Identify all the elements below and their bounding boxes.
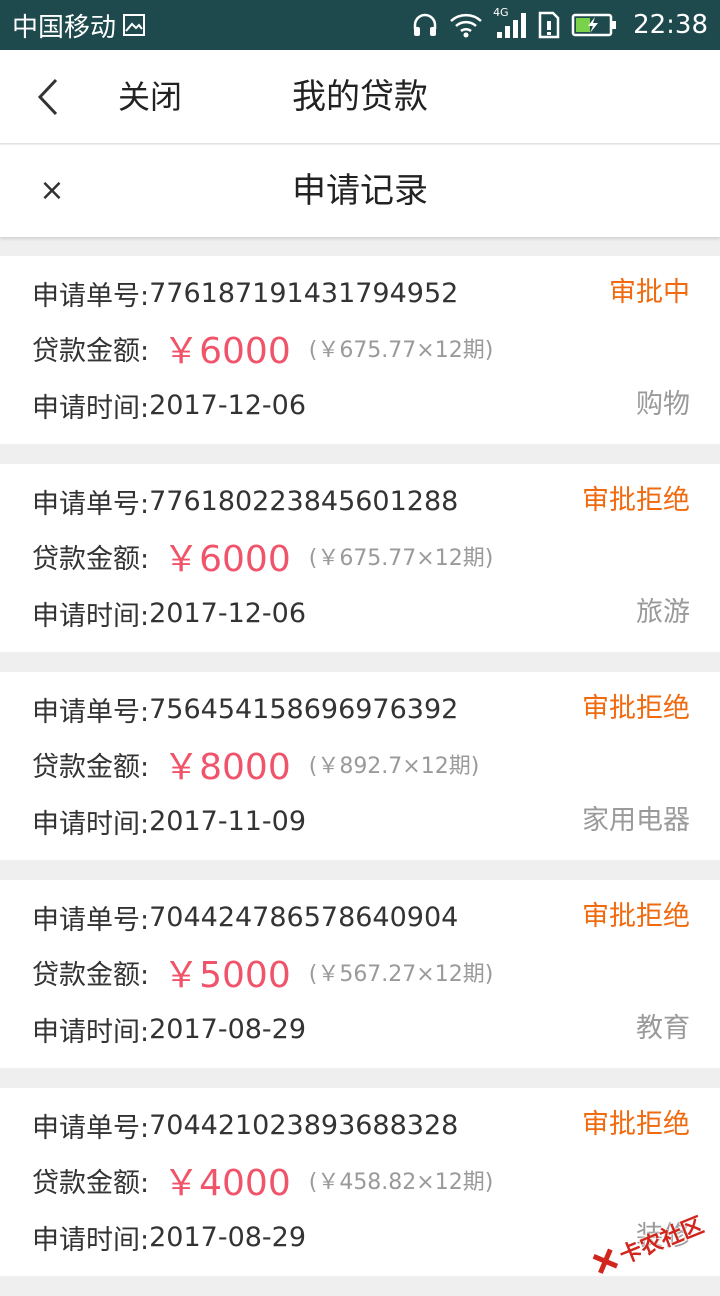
installment-plan: (￥675.77×12期) — [308, 546, 494, 571]
date-row: 申请时间: 2017-08-29 — [32, 1010, 690, 1048]
installment-plan: (￥675.77×12期) — [308, 338, 494, 363]
section-title: 申请记录 — [292, 171, 428, 211]
order-number: 776187191431794952 — [149, 277, 459, 309]
headphones-icon — [411, 11, 439, 39]
approval-status: 审批拒绝 — [582, 485, 690, 516]
clock: 22:38 — [633, 10, 708, 40]
approval-status: 审批拒绝 — [582, 693, 690, 724]
sim-card-icon — [537, 11, 561, 39]
page-title: 我的贷款 — [292, 77, 428, 117]
status-bar: 中国移动 4G 22:38 — [0, 0, 720, 50]
order-number: 704424786578640904 — [149, 901, 459, 933]
application-date: 2017-12-06 — [149, 389, 307, 421]
application-time-label: 申请时间: — [32, 600, 150, 632]
loan-amount-label: 贷款金额: — [32, 751, 150, 783]
amount-row: 贷款金额: ￥6000 (￥675.77×12期) — [32, 536, 690, 580]
order-number-label: 申请单号: — [32, 904, 150, 936]
title-bar: 关闭 我的贷款 — [0, 50, 720, 144]
loan-amount: ￥8000 — [163, 747, 291, 788]
order-number-label: 申请单号: — [32, 696, 150, 728]
loan-purpose: 购物 — [636, 389, 690, 420]
installment-plan: (￥567.27×12期) — [308, 962, 494, 987]
order-row: 申请单号: 776187191431794952 — [32, 274, 690, 312]
battery-charging-icon — [571, 12, 617, 38]
order-number-label: 申请单号: — [32, 280, 150, 312]
installment-plan: (￥892.7×12期) — [308, 754, 480, 779]
application-record-card[interactable]: 申请单号: 756454158696976392 审批拒绝 贷款金额: ￥800… — [0, 672, 720, 860]
loan-amount-label: 贷款金额: — [32, 543, 150, 575]
application-time-label: 申请时间: — [32, 392, 150, 424]
loan-amount-label: 贷款金额: — [32, 335, 150, 367]
sub-header: × 申请记录 — [0, 145, 720, 237]
order-number-label: 申请单号: — [32, 488, 150, 520]
network-type: 4G — [493, 6, 509, 19]
carrier-name: 中国移动 — [12, 12, 117, 43]
application-time-label: 申请时间: — [32, 808, 150, 840]
status-bar-left: 中国移动 — [12, 7, 146, 44]
loan-amount: ￥4000 — [163, 1163, 291, 1204]
date-row: 申请时间: 2017-12-06 — [32, 386, 690, 424]
order-number-label: 申请单号: — [32, 1112, 150, 1144]
amount-row: 贷款金额: ￥6000 (￥675.77×12期) — [32, 328, 690, 372]
image-notification-icon — [122, 13, 146, 37]
application-time-label: 申请时间: — [32, 1224, 150, 1256]
application-date: 2017-08-29 — [149, 1221, 307, 1253]
loan-amount-label: 贷款金额: — [32, 959, 150, 991]
status-bar-right: 4G 22:38 — [411, 6, 708, 40]
application-date: 2017-11-09 — [149, 805, 307, 837]
amount-row: 贷款金额: ￥4000 (￥458.82×12期) — [32, 1160, 690, 1204]
loan-purpose: 家用电器 — [582, 805, 690, 836]
wifi-icon — [449, 12, 483, 38]
order-number: 704421023893688328 — [149, 1109, 459, 1141]
date-row: 申请时间: 2017-12-06 — [32, 594, 690, 632]
loan-purpose: 教育 — [636, 1013, 690, 1044]
order-number: 756454158696976392 — [149, 693, 459, 725]
approval-status: 审批中 — [609, 277, 690, 308]
application-record-card[interactable]: 申请单号: 776180223845601288 审批拒绝 贷款金额: ￥600… — [0, 464, 720, 652]
application-date: 2017-08-29 — [149, 1013, 307, 1045]
amount-row: 贷款金额: ￥5000 (￥567.27×12期) — [32, 952, 690, 996]
application-record-card[interactable]: 申请单号: 776187191431794952 审批中 贷款金额: ￥6000… — [0, 256, 720, 444]
installment-plan: (￥458.82×12期) — [308, 1170, 494, 1195]
application-date: 2017-12-06 — [149, 597, 307, 629]
order-number: 776180223845601288 — [149, 485, 459, 517]
application-time-label: 申请时间: — [32, 1016, 150, 1048]
loan-purpose: 旅游 — [636, 597, 690, 628]
loan-amount: ￥5000 — [163, 955, 291, 996]
loan-amount-label: 贷款金额: — [32, 1167, 150, 1199]
application-record-card[interactable]: 申请单号: 704424786578640904 审批拒绝 贷款金额: ￥500… — [0, 880, 720, 1068]
approval-status: 审批拒绝 — [582, 901, 690, 932]
loan-amount: ￥6000 — [163, 331, 291, 372]
amount-row: 贷款金额: ￥8000 (￥892.7×12期) — [32, 744, 690, 788]
cellular-signal-icon: 4G — [493, 6, 527, 40]
application-record-list: 申请单号: 776187191431794952 审批中 贷款金额: ￥6000… — [0, 256, 720, 1296]
loan-amount: ￥6000 — [163, 539, 291, 580]
approval-status: 审批拒绝 — [582, 1109, 690, 1140]
